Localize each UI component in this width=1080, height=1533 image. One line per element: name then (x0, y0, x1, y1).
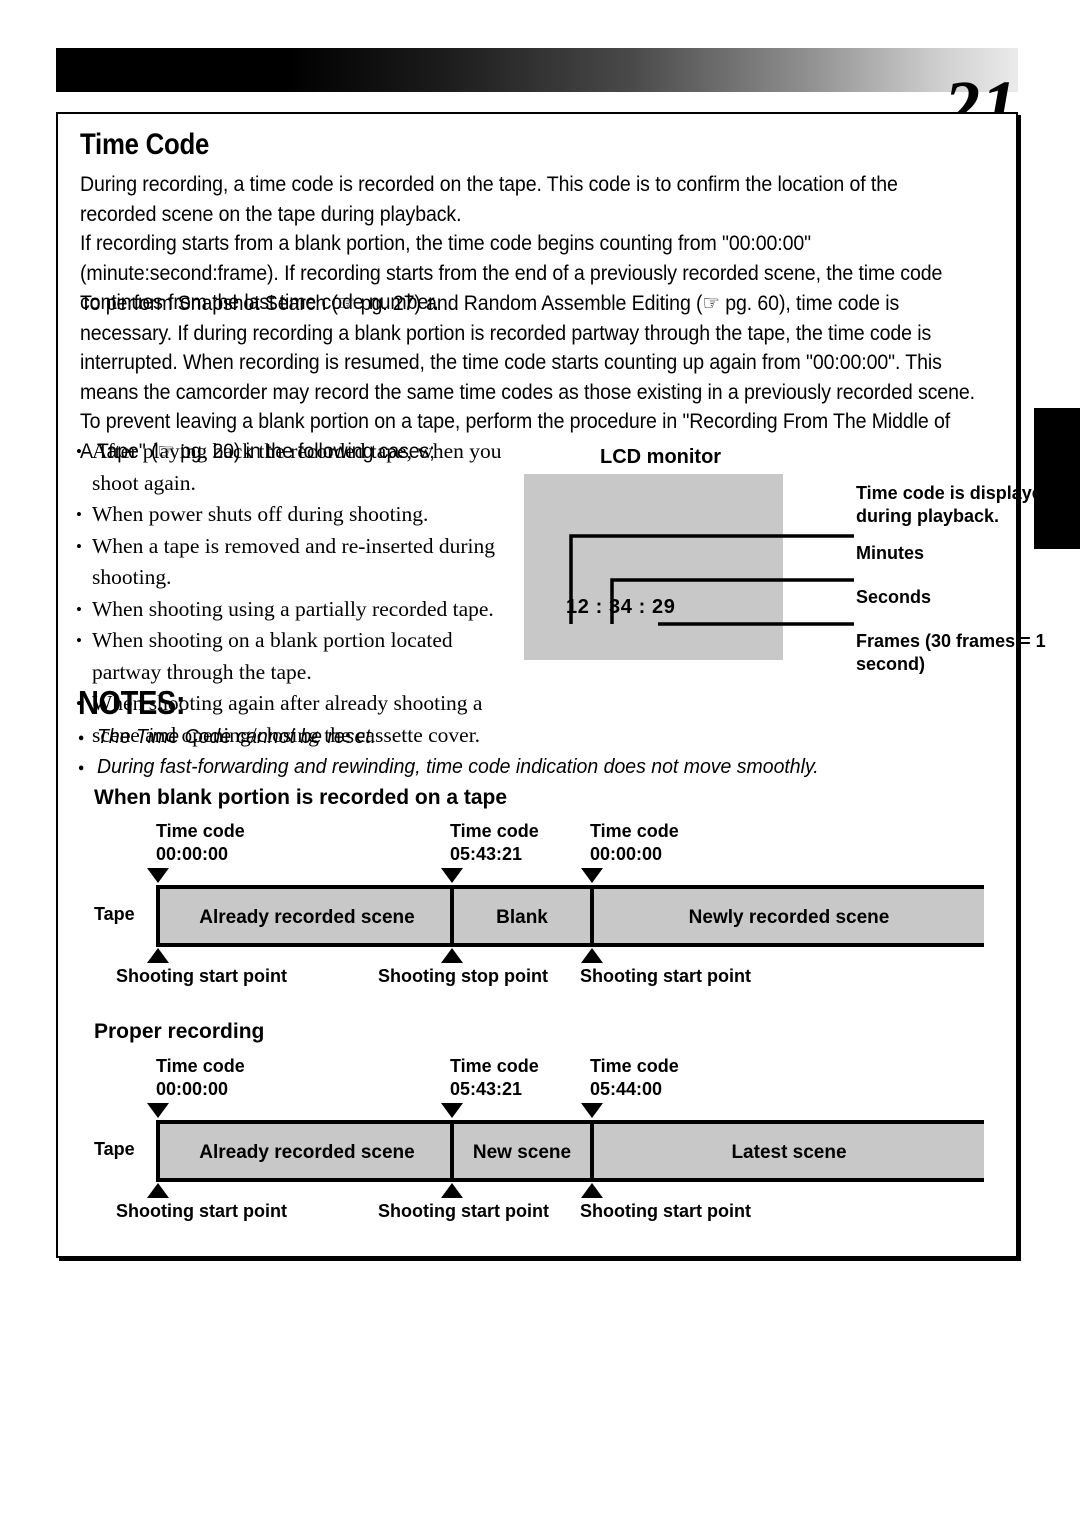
header-gradient-bar: 21 (56, 48, 1018, 142)
notes-list: The Time Code cannot be reset. During fa… (78, 722, 914, 783)
marker-bottom-1 (147, 1183, 169, 1198)
marker-bottom-1 (147, 948, 169, 963)
shooting-point-3: Shooting start point (580, 1201, 751, 1221)
timecode-label-2: Time code 05:43:21 (450, 821, 539, 864)
shooting-point-1: Shooting start point (116, 966, 287, 986)
shooting-point-2: Shooting stop point (378, 966, 548, 986)
shooting-point-2: Shooting start point (378, 1201, 549, 1221)
tape-segment-3: Latest scene (731, 1142, 847, 1163)
tape-segment-3: Newly recorded scene (688, 907, 890, 928)
diagram-title-blank-portion: When blank portion is recorded on a tape (94, 786, 508, 809)
marker-top-3 (581, 1103, 603, 1118)
tape-segment-2: New scene (472, 1142, 572, 1163)
lcd-monitor-figure: LCD monitor 12 : 34 : 29 Time code is di… (524, 446, 1053, 674)
lcd-note-seconds: Seconds (856, 587, 932, 607)
list-item: When shooting using a partially recorded… (74, 594, 524, 626)
notes-heading: NOTES: (78, 684, 186, 721)
marker-bottom-2 (441, 948, 463, 963)
tape-label: Tape (94, 904, 135, 924)
lcd-note-minutes: Minutes (856, 543, 925, 563)
tape-diagram-blank-portion: Time code 00:00:00 Time code 05:43:21 Time… (94, 820, 984, 995)
list-item: When power shuts off during shooting. (74, 499, 524, 531)
timecode-label-1: Time code 00:00:00 (156, 1056, 245, 1099)
tape-diagram-proper-recording: Time code 00:00:00 Time code 05:43:21 Time… (94, 1055, 984, 1230)
marker-bottom-3 (581, 948, 603, 963)
marker-top-2 (441, 868, 463, 883)
shooting-point-1: Shooting start point (116, 1201, 287, 1221)
lcd-note-frames: Frames (30 frames = 1 second) (856, 631, 1046, 674)
marker-top-1 (147, 868, 169, 883)
lcd-monitor-caption: LCD monitor (600, 446, 722, 468)
shooting-point-3: Shooting start point (580, 966, 751, 986)
marker-bottom-2 (441, 1183, 463, 1198)
list-item: After playing back the recorded tape, wh… (74, 436, 524, 499)
tape-label: Tape (94, 1139, 135, 1159)
marker-top-3 (581, 868, 603, 883)
content-box: Time Code During recording, a time code … (56, 112, 1053, 1258)
lcd-leader-lines (569, 534, 854, 626)
tape-segment-2: Blank (496, 907, 548, 928)
marker-top-2 (441, 1103, 463, 1118)
timecode-label-2: Time code 05:43:21 (450, 1056, 539, 1099)
lcd-timecode-value: 12 : 34 : 29 (566, 596, 676, 618)
timecode-label-3: Time code 05:44:00 (590, 1056, 679, 1099)
list-item: When shooting on a blank portion located… (74, 625, 524, 688)
tape-segment-1: Already recorded scene (199, 907, 415, 928)
timecode-label-1: Time code 00:00:00 (156, 821, 245, 864)
note-item: The Time Code cannot be reset. (78, 722, 914, 753)
marker-bottom-3 (581, 1183, 603, 1198)
marker-top-1 (147, 1103, 169, 1118)
note-item: During fast-forwarding and rewinding, ti… (78, 752, 914, 783)
lcd-note-playback: Time code is displayed during playback. (856, 483, 1053, 526)
page-title: Time Code (80, 128, 210, 161)
timecode-label-3: Time code 00:00:00 (590, 821, 679, 864)
tape-segment-1: Already recorded scene (199, 1142, 415, 1163)
diagram-title-proper-recording: Proper recording (94, 1020, 265, 1043)
tape-bar: Already recorded scene Blank Newly recor… (156, 885, 984, 947)
list-item: When a tape is removed and re-inserted d… (74, 531, 524, 594)
tape-bar: Already recorded scene New scene Latest … (156, 1120, 984, 1182)
